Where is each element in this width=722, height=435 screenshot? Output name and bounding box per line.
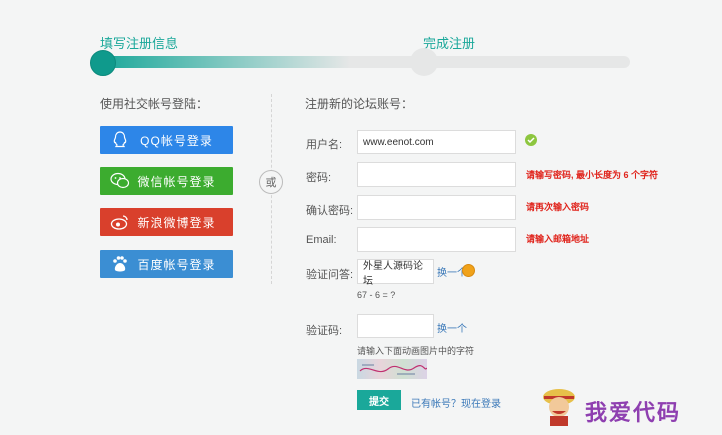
step-2-marker <box>410 48 438 76</box>
mascot-image <box>538 385 580 427</box>
username-input[interactable]: www.eenot.com <box>357 130 516 154</box>
email-error: 请输入邮箱地址 <box>526 234 590 244</box>
confirm-password-input[interactable] <box>357 195 516 220</box>
confirm-password-error: 请再次输入密码 <box>526 202 590 212</box>
wechat-icon <box>110 171 130 191</box>
captcha-image[interactable] <box>357 359 427 379</box>
step-1-label: 填写注册信息 <box>100 36 179 51</box>
watermark-text: 我爱代码 <box>585 400 682 426</box>
question-expression: 67 - 6 = ? <box>357 290 396 300</box>
confirm-password-label: 确认密码: <box>306 205 354 217</box>
weibo-login-label: 新浪微博登录 <box>137 215 216 230</box>
captcha-swap-link[interactable]: 换一个 <box>437 320 467 335</box>
captcha-input[interactable] <box>357 314 434 338</box>
email-input[interactable] <box>357 227 516 252</box>
social-login-title: 使用社交帐号登陆： <box>100 97 209 111</box>
question-label: 验证问答: <box>306 269 354 281</box>
qq-icon <box>110 130 130 150</box>
submit-button[interactable]: 提交 <box>357 390 401 410</box>
username-label: 用户名: <box>306 139 343 151</box>
password-input[interactable] <box>357 162 516 187</box>
register-title: 注册新的论坛账号： <box>305 97 414 111</box>
password-error: 请输写密码, 最小长度为 6 个字符 <box>526 170 659 180</box>
baidu-login-button[interactable]: 百度帐号登录 <box>100 250 233 278</box>
qq-login-label: QQ帐号登录 <box>140 133 213 148</box>
baidu-login-label: 百度帐号登录 <box>137 257 216 272</box>
wechat-login-button[interactable]: 微信帐号登录 <box>100 167 233 195</box>
progress-track <box>100 56 630 68</box>
login-link[interactable]: 已有帐号？现在登录 <box>411 395 501 410</box>
wechat-login-label: 微信帐号登录 <box>137 174 216 189</box>
or-separator: 或 <box>259 170 283 194</box>
progress-fill <box>100 56 350 68</box>
weibo-icon <box>110 212 130 232</box>
weibo-login-button[interactable]: 新浪微博登录 <box>100 208 233 236</box>
check-icon <box>525 134 537 146</box>
refresh-icon[interactable] <box>462 264 475 277</box>
question-input[interactable]: 外星人源码论坛 <box>357 259 434 287</box>
baidu-icon <box>110 254 130 274</box>
password-label: 密码: <box>306 172 332 184</box>
email-label: Email: <box>306 234 337 246</box>
qq-login-button[interactable]: QQ帐号登录 <box>100 126 233 154</box>
captcha-label: 验证码: <box>306 325 343 337</box>
step-1-marker <box>90 50 116 76</box>
captcha-hint: 请输入下面动画图片中的字符 <box>357 346 475 356</box>
